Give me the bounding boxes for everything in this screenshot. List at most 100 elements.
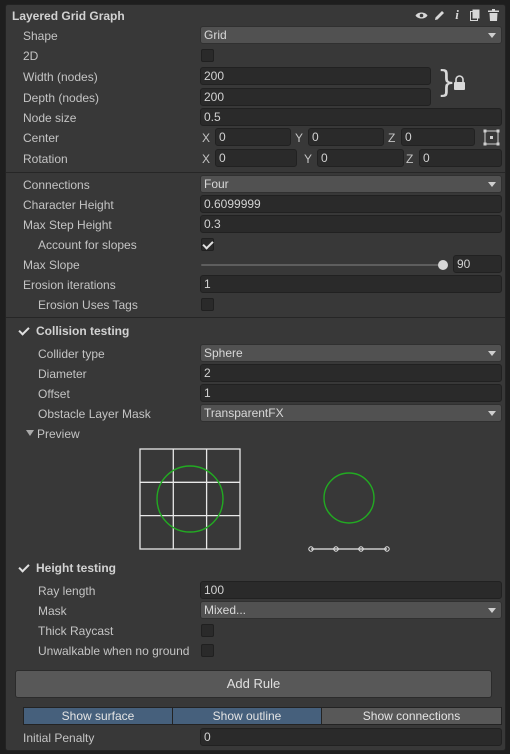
shape-label: Shape <box>23 29 58 43</box>
trash-icon[interactable] <box>486 8 500 22</box>
collision-testing-title: Collision testing <box>36 324 130 338</box>
account-slopes-checkbox[interactable] <box>201 238 214 251</box>
max-step-height-label: Max Step Height <box>23 218 112 232</box>
obstacle-mask-value: TransparentFX <box>204 406 284 420</box>
eye-icon[interactable] <box>414 8 428 22</box>
height-mask-label: Mask <box>38 604 67 618</box>
pencil-icon[interactable] <box>432 8 446 22</box>
show-outline-toggle[interactable]: Show outline <box>172 707 322 725</box>
chevron-down-icon <box>488 608 496 613</box>
center-y-label: Y <box>295 131 304 145</box>
connections-row: Connections Four <box>6 175 505 194</box>
offset-row: Offset 1 <box>6 384 505 403</box>
width-field[interactable]: 200 <box>200 67 431 85</box>
chevron-down-icon <box>488 182 496 187</box>
max-slope-field[interactable]: 90 <box>453 255 502 273</box>
show-surface-toggle[interactable]: Show surface <box>23 707 173 725</box>
connections-value: Four <box>204 177 229 191</box>
2d-label: 2D <box>23 49 39 63</box>
ray-length-row: Ray length 100 <box>6 581 505 600</box>
collider-type-dropdown[interactable]: Sphere <box>200 344 502 362</box>
center-z-field[interactable]: 0 <box>401 128 475 146</box>
2d-row: 2D <box>6 46 505 65</box>
chevron-down-icon <box>488 411 496 416</box>
initial-penalty-field[interactable]: 0 <box>200 728 502 746</box>
max-slope-row: Max Slope 90 <box>6 255 505 274</box>
offset-label: Offset <box>38 387 70 401</box>
show-connections-toggle[interactable]: Show connections <box>321 707 502 725</box>
divider <box>6 317 505 318</box>
width-label: Width (nodes) <box>23 70 98 84</box>
collision-preview-grid <box>139 448 242 554</box>
info-icon[interactable]: i <box>450 7 464 22</box>
max-slope-slider-track[interactable] <box>201 264 443 266</box>
thick-raycast-checkbox[interactable] <box>201 624 214 637</box>
panel-title: Layered Grid Graph <box>12 9 125 23</box>
offset-field[interactable]: 1 <box>200 384 502 402</box>
obstacle-mask-dropdown[interactable]: TransparentFX <box>200 404 502 422</box>
copy-icon[interactable] <box>468 8 482 22</box>
chevron-down-icon <box>488 33 496 38</box>
rotation-z-field[interactable]: 0 <box>419 149 502 167</box>
panel-header: Layered Grid Graph i <box>6 5 505 26</box>
collision-header-row: Collision testing <box>6 321 505 340</box>
erosion-tags-label: Erosion Uses Tags <box>38 298 138 312</box>
height-mask-value: Mixed... <box>204 603 247 617</box>
preview-label: Preview <box>37 427 80 441</box>
rotation-row: Rotation X 0 Y 0 Z 0 <box>6 149 505 168</box>
account-slopes-row: Account for slopes <box>6 235 505 254</box>
character-height-field[interactable]: 0.6099999 <box>200 195 502 213</box>
unwalkable-label: Unwalkable when no ground <box>38 644 190 658</box>
rotation-y-field[interactable]: 0 <box>317 149 404 167</box>
max-step-height-field[interactable]: 0.3 <box>200 215 502 233</box>
height-testing-checkbox[interactable] <box>17 561 30 574</box>
diameter-field[interactable]: 2 <box>200 364 502 382</box>
node-size-row: Node size 0.5 <box>6 108 505 127</box>
initial-penalty-label: Initial Penalty <box>23 731 95 745</box>
ray-length-label: Ray length <box>38 584 96 598</box>
thick-raycast-row: Thick Raycast <box>6 621 505 640</box>
show-toggle-bar: Show surface Show outline Show connectio… <box>23 707 502 725</box>
lock-icon[interactable] <box>453 75 466 94</box>
diameter-row: Diameter 2 <box>6 364 505 383</box>
collision-testing-checkbox[interactable] <box>17 324 30 337</box>
foldout-arrow-icon[interactable] <box>26 430 34 436</box>
depth-label: Depth (nodes) <box>23 91 100 105</box>
center-row: Center X 0 Y 0 Z 0 <box>6 128 505 147</box>
node-size-field[interactable]: 0.5 <box>200 108 502 126</box>
account-slopes-label: Account for slopes <box>38 238 137 252</box>
pivot-selector-icon[interactable] <box>483 129 500 149</box>
collider-type-row: Collider type Sphere <box>6 344 505 363</box>
center-y-field[interactable]: 0 <box>308 128 384 146</box>
max-slope-slider-knob[interactable] <box>438 260 448 270</box>
obstacle-mask-row: Obstacle Layer Mask TransparentFX <box>6 404 505 423</box>
node-size-label: Node size <box>23 111 77 125</box>
erosion-iterations-field[interactable]: 1 <box>200 275 502 293</box>
depth-field[interactable]: 200 <box>200 88 431 106</box>
connections-label: Connections <box>23 178 90 192</box>
center-label: Center <box>23 131 60 145</box>
initial-penalty-row: Initial Penalty 0 <box>6 728 505 747</box>
preview-foldout-row[interactable]: Preview <box>6 424 505 443</box>
unwalkable-row: Unwalkable when no ground <box>6 641 505 660</box>
divider <box>6 172 505 173</box>
rotation-x-field[interactable]: 0 <box>215 149 297 167</box>
collision-preview-side <box>306 472 396 557</box>
shape-dropdown[interactable]: Grid <box>200 26 502 44</box>
chevron-down-icon <box>488 351 496 356</box>
2d-checkbox[interactable] <box>201 49 214 62</box>
collider-type-value: Sphere <box>204 346 243 360</box>
add-rule-button[interactable]: Add Rule <box>15 670 492 698</box>
height-mask-dropdown[interactable]: Mixed... <box>200 601 502 619</box>
erosion-tags-checkbox[interactable] <box>201 298 214 311</box>
center-x-field[interactable]: 0 <box>215 128 291 146</box>
thick-raycast-label: Thick Raycast <box>38 624 114 638</box>
shape-value: Grid <box>204 28 227 42</box>
unwalkable-checkbox[interactable] <box>201 644 214 657</box>
ray-length-field[interactable]: 100 <box>200 581 502 599</box>
height-mask-row: Mask Mixed... <box>6 601 505 620</box>
graph-inspector-panel: Layered Grid Graph i Shape Grid 2D Width… <box>5 4 506 751</box>
connections-dropdown[interactable]: Four <box>200 175 502 193</box>
rotation-label: Rotation <box>23 152 68 166</box>
erosion-tags-row: Erosion Uses Tags <box>6 295 505 314</box>
